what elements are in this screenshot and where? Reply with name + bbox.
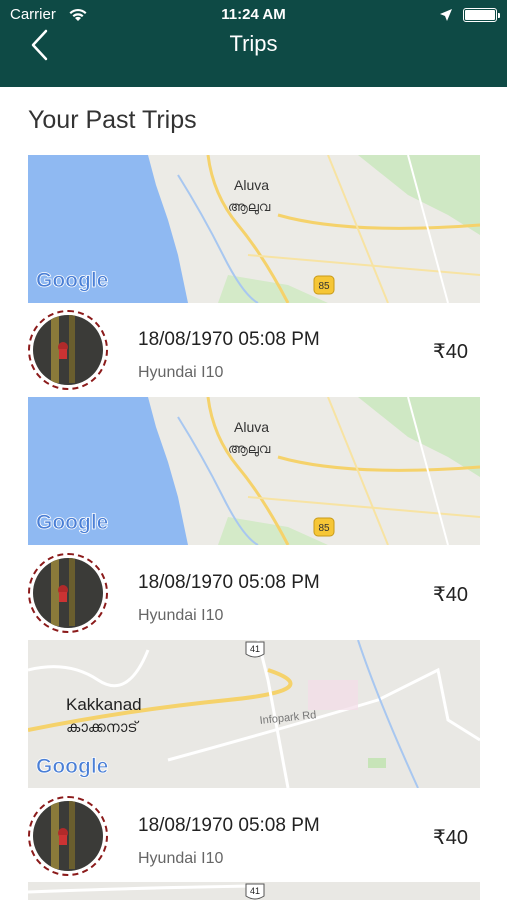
trip-row[interactable]: 18/08/1970 05:08 PM Hyundai I10 ₹40 bbox=[28, 545, 480, 639]
road-shield: 85 bbox=[318, 523, 330, 534]
page-title: Trips bbox=[229, 31, 278, 56]
road-shield: 85 bbox=[318, 281, 330, 292]
trip-price: ₹40 bbox=[433, 341, 468, 363]
map-place-label: Aluva bbox=[234, 177, 269, 193]
status-bar: Carrier 11:24 AM bbox=[0, 6, 507, 26]
section-heading: Your Past Trips bbox=[28, 106, 197, 134]
trip-datetime: 18/08/1970 05:08 PM bbox=[138, 815, 320, 836]
trip-row[interactable]: 18/08/1970 05:08 PM Hyundai I10 ₹40 bbox=[28, 302, 480, 396]
trip-car: Hyundai I10 bbox=[138, 850, 224, 867]
road-shield: 41 bbox=[250, 886, 260, 896]
battery-icon bbox=[463, 8, 500, 22]
trip-row[interactable]: 18/08/1970 05:08 PM Hyundai I10 ₹40 bbox=[28, 788, 480, 882]
driver-avatar bbox=[28, 553, 108, 633]
google-logo: Google bbox=[36, 511, 108, 534]
clock: 11:24 AM bbox=[221, 6, 286, 23]
driver-avatar bbox=[28, 796, 108, 876]
app-header: Carrier 11:24 AM Trips bbox=[0, 0, 507, 87]
map-place-label-local: ആലുവ bbox=[228, 442, 271, 457]
trip-map[interactable]: 41 Kakkanad കാക്കനാട് Infopark Rd Google bbox=[28, 640, 480, 788]
map-place-label: Kakkanad bbox=[66, 695, 142, 714]
trip-car: Hyundai I10 bbox=[138, 607, 224, 624]
trip-map[interactable]: Aluva ആലുവ 85 Google bbox=[28, 155, 480, 303]
location-arrow-icon bbox=[440, 9, 452, 21]
map-place-label: Aluva bbox=[234, 419, 269, 435]
google-logo: Google bbox=[36, 269, 108, 292]
trip-map[interactable]: 41 bbox=[28, 882, 480, 900]
map-place-label-local: കാക്കനാട് bbox=[66, 718, 140, 736]
trip-datetime: 18/08/1970 05:08 PM bbox=[138, 329, 320, 350]
trip-price: ₹40 bbox=[433, 584, 468, 606]
road-shield: 41 bbox=[250, 644, 260, 654]
trip-car: Hyundai I10 bbox=[138, 364, 224, 381]
map-place-label-local: ആലുവ bbox=[228, 200, 271, 215]
trip-price: ₹40 bbox=[433, 827, 468, 849]
trip-datetime: 18/08/1970 05:08 PM bbox=[138, 572, 320, 593]
google-logo: Google bbox=[36, 755, 108, 778]
trip-map[interactable]: Aluva ആലുവ 85 Google bbox=[28, 397, 480, 545]
driver-avatar bbox=[28, 310, 108, 390]
